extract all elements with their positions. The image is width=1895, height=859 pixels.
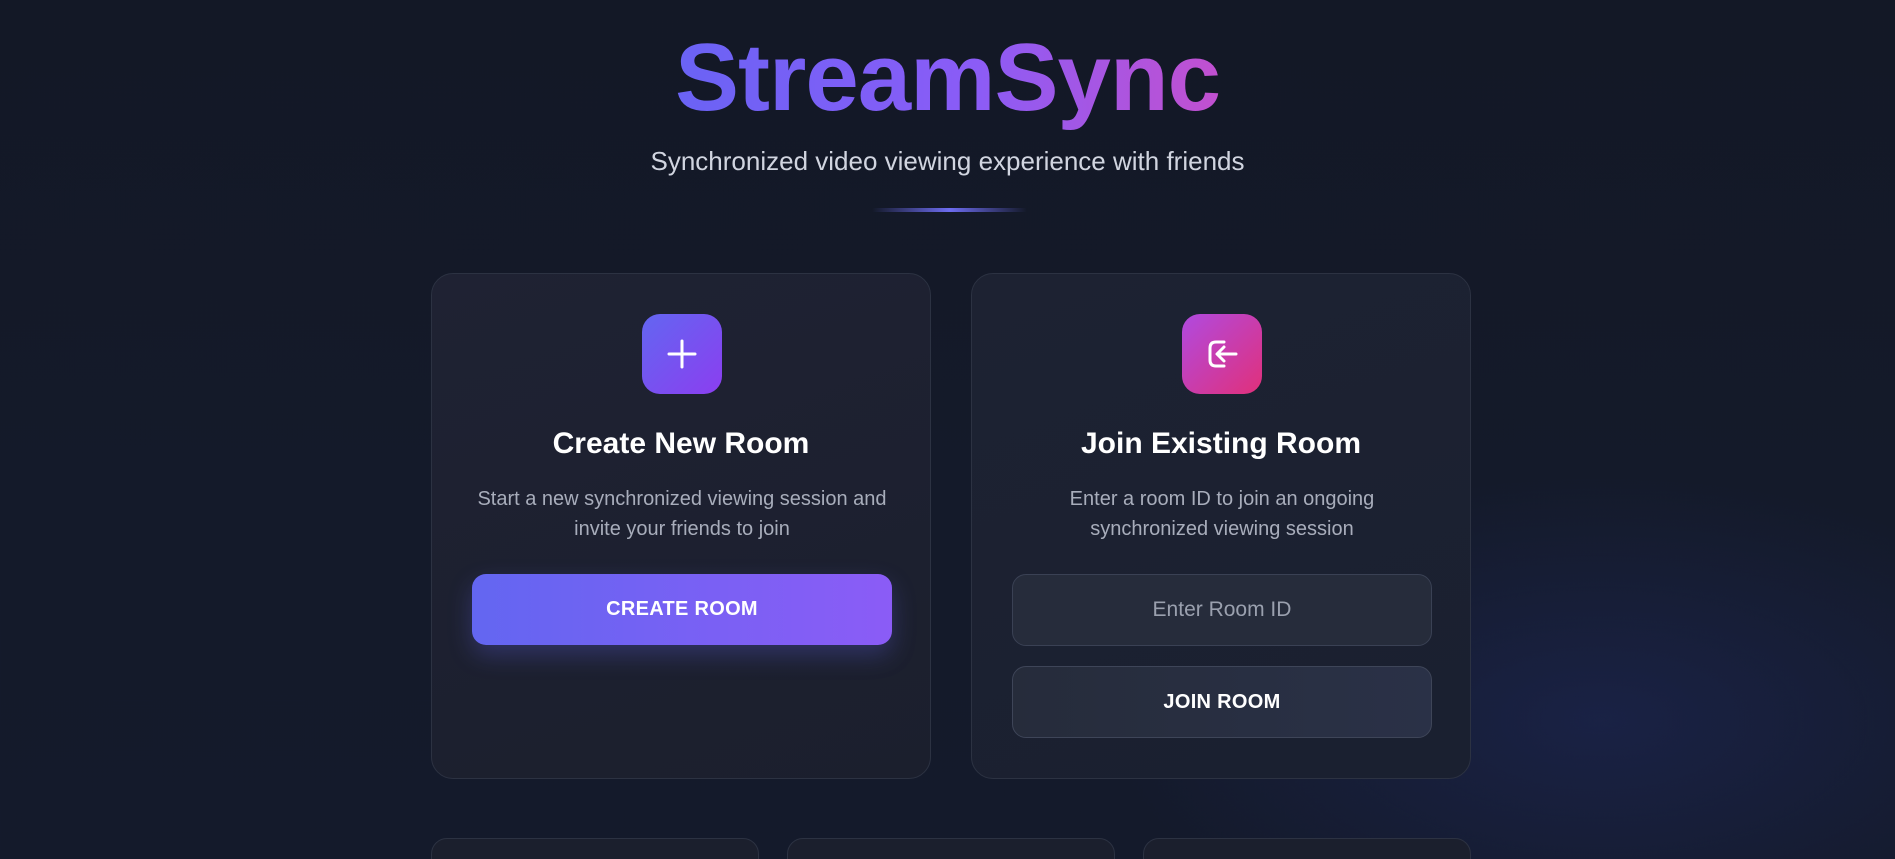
create-room-description: Start a new synchronized viewing session… (477, 488, 887, 540)
room-id-input[interactable] (1012, 574, 1432, 646)
header-divider (872, 208, 1027, 212)
feature-card (1143, 838, 1471, 859)
join-room-description: Enter a room ID to join an ongoing synch… (1069, 488, 1375, 540)
plus-icon (642, 314, 722, 394)
join-room-card: Join Existing Room Enter a room ID to jo… (971, 273, 1471, 779)
app-title: StreamSync (675, 24, 1221, 131)
app-subtitle: Synchronized video viewing experience wi… (650, 146, 1245, 176)
feature-card (431, 838, 759, 859)
create-room-title: Create New Room (552, 427, 810, 460)
join-room-title: Join Existing Room (1080, 427, 1362, 460)
feature-card (787, 838, 1115, 859)
enter-icon (1182, 314, 1262, 394)
join-room-button[interactable]: JOIN ROOM (1012, 666, 1432, 738)
create-room-button[interactable]: CREATE ROOM (472, 574, 892, 645)
create-room-card: Create New Room Start a new synchronized… (431, 273, 931, 779)
